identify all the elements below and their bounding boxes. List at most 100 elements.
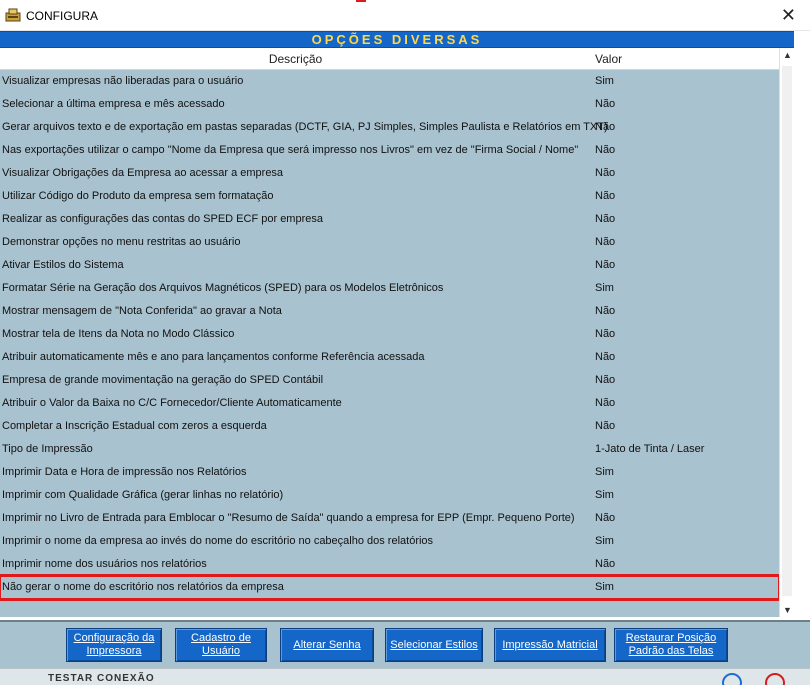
option-row[interactable]: Imprimir o nome da empresa ao invés do n… [0, 530, 779, 553]
option-value[interactable]: Não [595, 190, 615, 202]
option-row[interactable]: Selecionar a última empresa e mês acessa… [0, 93, 779, 116]
test-connection-label[interactable]: TESTAR CONEXÃO [48, 673, 155, 684]
option-description: Utilizar Código do Produto da empresa se… [2, 190, 274, 202]
app-icon [5, 8, 21, 22]
window-title: CONFIGURA [26, 9, 98, 23]
option-description: Gerar arquivos texto e de exportação em … [2, 121, 608, 133]
option-value[interactable]: Não [595, 397, 615, 409]
option-description: Formatar Série na Geração dos Arquivos M… [2, 282, 444, 294]
option-description: Demonstrar opções no menu restritas ao u… [2, 236, 241, 248]
close-icon[interactable]: ✕ [781, 3, 796, 27]
option-row[interactable]: Visualizar Obrigações da Empresa ao aces… [0, 162, 779, 185]
status-strip: TESTAR CONEXÃO [0, 668, 810, 685]
user-register-button[interactable]: Cadastro de Usuário [175, 628, 267, 662]
change-password-label: Alterar Senha [293, 638, 361, 651]
option-row[interactable]: Formatar Série na Geração dos Arquivos M… [0, 277, 779, 300]
column-header-description[interactable]: Descrição [0, 52, 591, 66]
vertical-scrollbar[interactable]: ▲ ▼ [779, 48, 794, 617]
option-description: Ativar Estilos do Sistema [2, 259, 124, 271]
scrollbar-track[interactable] [782, 66, 792, 596]
option-value[interactable]: Não [595, 121, 615, 133]
option-row[interactable]: Atribuir o Valor da Baixa no C/C Fornece… [0, 392, 779, 415]
connection-error-icon[interactable] [765, 673, 785, 685]
option-description: Visualizar Obrigações da Empresa ao aces… [2, 167, 284, 179]
option-row[interactable]: Atribuir automaticamente mês e ano para … [0, 346, 779, 369]
option-row[interactable]: Utilizar Código do Produto da empresa se… [0, 185, 779, 208]
option-description: Visualizar empresas não liberadas para o… [2, 75, 244, 87]
printer-config-label-1: Configuração da [73, 632, 155, 644]
option-row[interactable]: Tipo de Impressão 1-Jato de Tinta / Laser [0, 438, 779, 461]
option-description: Tipo de Impressão [2, 443, 93, 455]
matrix-printing-button[interactable]: Impressão Matricial [494, 628, 606, 662]
option-value[interactable]: Não [595, 236, 615, 248]
user-register-label-1: Cadastro de [191, 632, 251, 644]
restore-position-label-1: Restaurar Posição [625, 632, 717, 644]
option-description: Imprimir Data e Hora de impressão nos Re… [2, 466, 247, 478]
option-value[interactable]: Não [595, 558, 615, 570]
option-value[interactable]: Não [595, 351, 615, 363]
option-value[interactable]: Não [595, 167, 615, 179]
option-row[interactable]: Visualizar empresas não liberadas para o… [0, 70, 779, 93]
option-row[interactable]: Mostrar tela de Itens da Nota no Modo Cl… [0, 323, 779, 346]
top-edge-mark [356, 0, 366, 2]
option-description: Imprimir nome dos usuários nos relatório… [2, 558, 207, 570]
option-row[interactable]: Realizar as configurações das contas do … [0, 208, 779, 231]
button-bar: Configuração da Impressora Cadastro de U… [0, 620, 810, 668]
option-row[interactable]: Mostrar mensagem de "Nota Conferida" ao … [0, 300, 779, 323]
option-description: Nas exportações utilizar o campo "Nome d… [2, 144, 579, 156]
option-description: Empresa de grande movimentação na geraçã… [2, 374, 324, 386]
select-styles-label: Selecionar Estilos [390, 638, 478, 651]
option-value[interactable]: Sim [595, 581, 614, 593]
option-row[interactable]: Imprimir no Livro de Entrada para Embloc… [0, 507, 779, 530]
matrix-printing-label: Impressão Matricial [502, 638, 598, 651]
option-value[interactable]: Não [595, 98, 615, 110]
option-row[interactable]: Nas exportações utilizar o campo "Nome d… [0, 139, 779, 162]
option-description: Imprimir no Livro de Entrada para Embloc… [2, 512, 575, 524]
section-banner: OPÇÕES DIVERSAS [0, 31, 794, 48]
options-panel: OPÇÕES DIVERSAS Descrição Valor Visualiz… [0, 31, 794, 617]
option-description: Atribuir o Valor da Baixa no C/C Fornece… [2, 397, 342, 409]
option-row[interactable]: Imprimir nome dos usuários nos relatório… [0, 553, 779, 576]
column-header-value[interactable]: Valor [595, 52, 622, 66]
scroll-up-icon[interactable]: ▲ [783, 50, 792, 60]
option-description: Mostrar tela de Itens da Nota no Modo Cl… [2, 328, 235, 340]
section-title: OPÇÕES DIVERSAS [311, 32, 483, 47]
option-row[interactable]: Demonstrar opções no menu restritas ao u… [0, 231, 779, 254]
option-description: Mostrar mensagem de "Nota Conferida" ao … [2, 305, 282, 317]
option-value[interactable]: Não [595, 144, 615, 156]
option-description: Não gerar o nome do escritório nos relat… [2, 581, 284, 593]
option-row[interactable]: Empresa de grande movimentação na geraçã… [0, 369, 779, 392]
option-value[interactable]: Não [595, 420, 615, 432]
printer-config-button[interactable]: Configuração da Impressora [66, 628, 162, 662]
option-value[interactable]: Não [595, 305, 615, 317]
option-value[interactable]: Não [595, 213, 615, 225]
title-bar: CONFIGURA ✕ [0, 0, 810, 31]
option-value[interactable]: Sim [595, 535, 614, 547]
option-row[interactable]: Completar a Inscrição Estadual com zeros… [0, 415, 779, 438]
select-styles-button[interactable]: Selecionar Estilos [385, 628, 483, 662]
option-description: Completar a Inscrição Estadual com zeros… [2, 420, 267, 432]
column-header: Descrição Valor [0, 48, 779, 70]
option-value[interactable]: Não [595, 328, 615, 340]
option-row[interactable]: Ativar Estilos do Sistema Não [0, 254, 779, 277]
option-value[interactable]: 1-Jato de Tinta / Laser [595, 443, 704, 455]
option-row[interactable]: Imprimir com Qualidade Gráfica (gerar li… [0, 484, 779, 507]
option-value[interactable]: Sim [595, 282, 614, 294]
option-value[interactable]: Não [595, 259, 615, 271]
button-label-line-2: Impressora [86, 645, 142, 657]
option-row[interactable]: Gerar arquivos texto e de exportação em … [0, 116, 779, 139]
option-row[interactable]: Imprimir Data e Hora de impressão nos Re… [0, 461, 779, 484]
option-value[interactable]: Sim [595, 489, 614, 501]
option-value[interactable]: Sim [595, 466, 614, 478]
option-row[interactable]: Não gerar o nome do escritório nos relat… [0, 574, 781, 601]
scroll-down-icon[interactable]: ▼ [783, 605, 792, 615]
option-value[interactable]: Não [595, 512, 615, 524]
connection-ok-icon[interactable] [722, 673, 742, 685]
restore-window-position-button[interactable]: Restaurar Posição Padrão das Telas [614, 628, 728, 662]
option-description: Imprimir com Qualidade Gráfica (gerar li… [2, 489, 284, 501]
option-value[interactable]: Não [595, 374, 615, 386]
option-description: Imprimir o nome da empresa ao invés do n… [2, 535, 434, 547]
option-description: Atribuir automaticamente mês e ano para … [2, 351, 425, 363]
option-value[interactable]: Sim [595, 75, 614, 87]
change-password-button[interactable]: Alterar Senha [280, 628, 374, 662]
